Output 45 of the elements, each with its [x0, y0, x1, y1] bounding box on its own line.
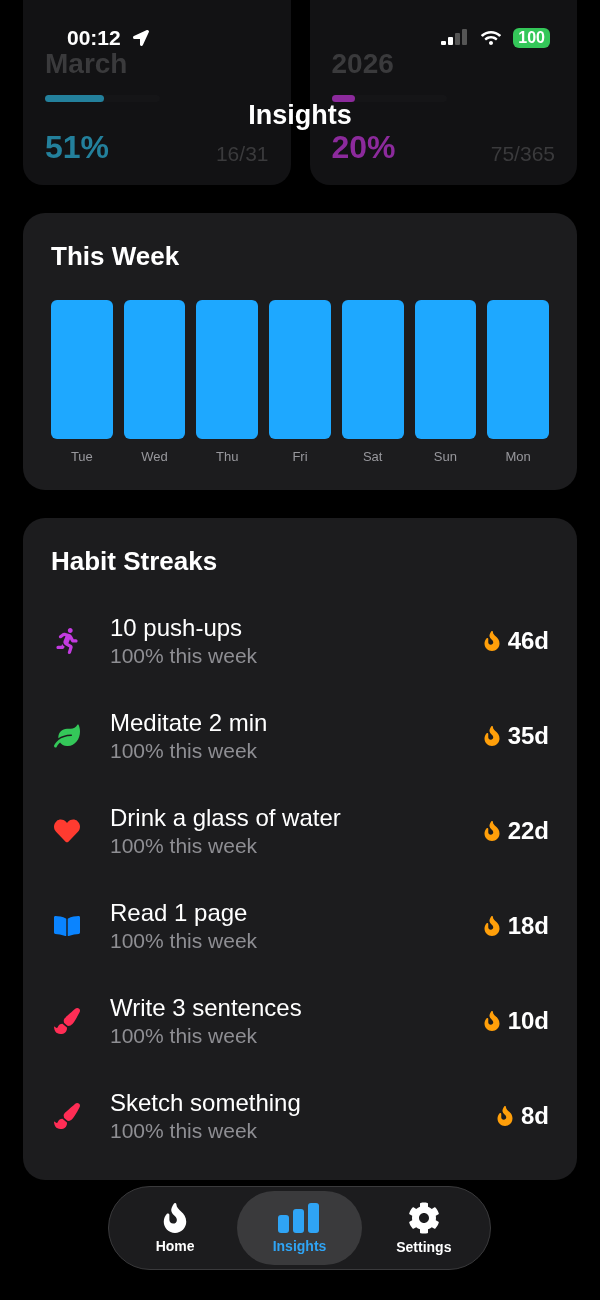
habit-name: Meditate 2 min	[110, 708, 269, 738]
percent-value: 51%	[45, 129, 110, 166]
percent-value: 20%	[331, 129, 396, 166]
habit-name: Read 1 page	[110, 898, 249, 928]
habit-subtitle: 100% this week	[110, 643, 259, 669]
flame-icon	[481, 1011, 502, 1031]
flame-icon	[495, 1106, 515, 1126]
day-label: Sun	[433, 449, 457, 464]
habit-name: Write 3 sentences	[110, 993, 303, 1023]
day-label: Mon	[505, 449, 531, 464]
battery-level: 100	[513, 28, 550, 48]
habit-name: Drink a glass of water	[110, 803, 342, 833]
wifi-icon	[481, 28, 502, 48]
tab[interactable]: Settings	[361, 1191, 486, 1265]
habit-name: Sketch something	[110, 1088, 302, 1118]
flame-icon	[481, 631, 502, 651]
day-label: Wed	[141, 449, 168, 464]
day-label: Sat	[362, 449, 383, 464]
status-time: 00:12	[67, 26, 121, 50]
streak-count: 22d	[507, 817, 549, 845]
card-title: Habit Streaks	[51, 546, 219, 577]
streak-count: 46d	[507, 627, 549, 655]
streak-count: 8d	[521, 1102, 549, 1130]
day-label: Thu	[216, 449, 239, 464]
flame-icon	[481, 916, 502, 936]
habit-subtitle: 100% this week	[110, 738, 259, 764]
streak-count: 10d	[507, 1007, 549, 1035]
day-label: Tue	[70, 449, 93, 464]
day-label: Fri	[292, 449, 308, 464]
settings-icon	[407, 1201, 440, 1234]
habit-subtitle: 100% this week	[110, 928, 259, 954]
flame-icon	[481, 821, 502, 841]
tab[interactable]: Insights	[237, 1191, 362, 1265]
bar-chart-icon	[278, 1202, 321, 1233]
card-title: This Week	[51, 241, 181, 272]
streak-count: 35d	[507, 722, 549, 750]
habit-name: 10 push-ups	[110, 613, 244, 643]
habit-subtitle: 100% this week	[110, 833, 259, 859]
signal-icon	[441, 29, 470, 47]
habit-subtitle: 100% this week	[110, 1023, 259, 1049]
tab[interactable]: Home	[113, 1191, 238, 1265]
streak-count: 18d	[507, 912, 549, 940]
flame-icon	[481, 726, 502, 746]
location-icon	[132, 30, 149, 46]
habit-subtitle: 100% this week	[110, 1118, 259, 1144]
